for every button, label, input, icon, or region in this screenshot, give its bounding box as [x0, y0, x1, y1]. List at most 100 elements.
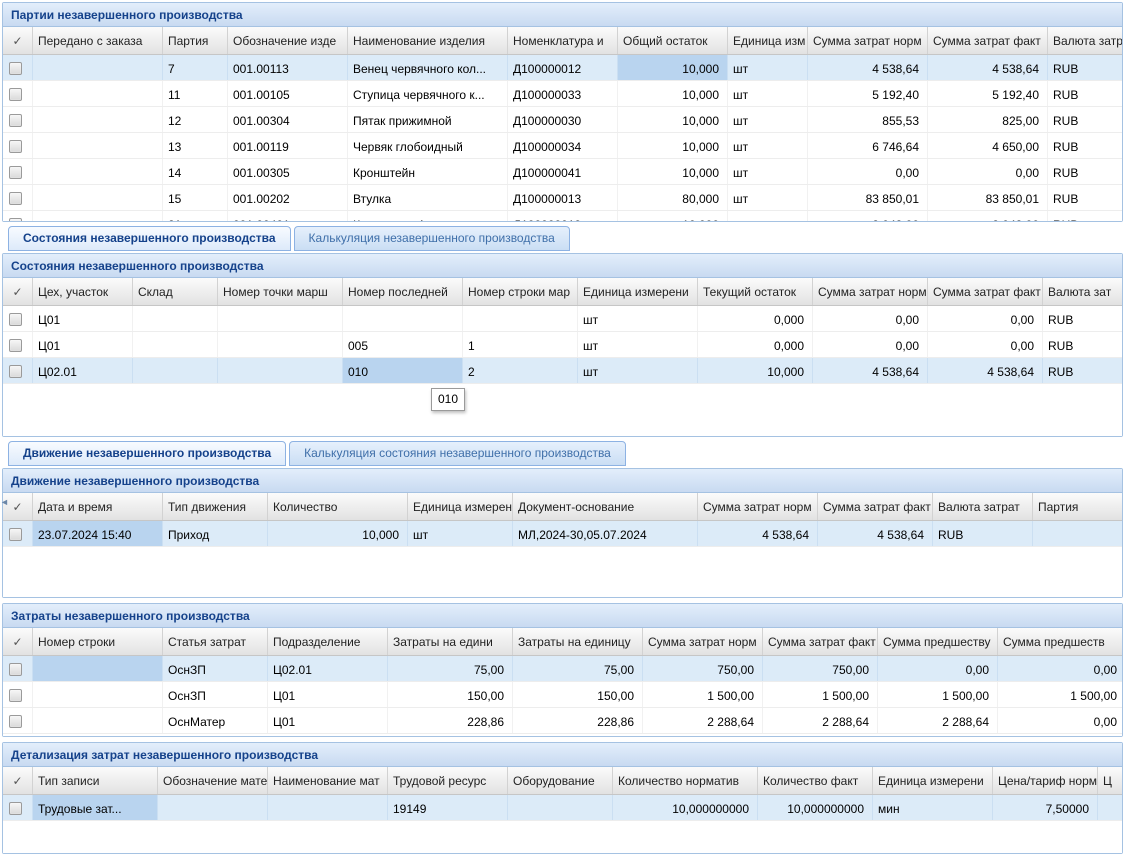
cell[interactable]: RUB — [1048, 55, 1122, 81]
cell[interactable]: 75,00 — [513, 656, 643, 682]
column-header[interactable]: Номер строки мар — [463, 278, 578, 306]
cell[interactable]: шт — [578, 332, 698, 358]
cell[interactable]: 825,00 — [928, 107, 1048, 133]
row-checkbox[interactable] — [9, 62, 22, 75]
cell[interactable]: 23.07.2024 15:40 — [33, 521, 163, 547]
column-header[interactable]: Ц — [1098, 767, 1122, 795]
checkbox-cell[interactable] — [3, 81, 33, 107]
cell[interactable]: 1 500,00 — [878, 682, 998, 708]
column-header[interactable]: Количество факт — [758, 767, 873, 795]
cell[interactable]: 228,86 — [388, 708, 513, 734]
column-header[interactable]: Общий остаток — [618, 27, 728, 55]
row-checkbox[interactable] — [9, 689, 22, 702]
cell[interactable] — [133, 332, 218, 358]
cell[interactable]: Ц01 — [268, 708, 388, 734]
cell[interactable]: 0,000 — [698, 332, 813, 358]
cell[interactable]: 2 288,64 — [878, 708, 998, 734]
cell[interactable]: RUB — [1048, 185, 1122, 211]
cell[interactable]: шт — [728, 55, 808, 81]
cell[interactable] — [133, 358, 218, 384]
cell[interactable]: 0,00 — [928, 159, 1048, 185]
select-all-checkmark-icon[interactable]: ✓ — [3, 767, 33, 795]
cell[interactable]: 10,000000000 — [758, 795, 873, 821]
row-checkbox[interactable] — [9, 166, 22, 179]
column-header[interactable]: Единица измерени — [408, 493, 513, 521]
column-header[interactable]: Документ-основание — [513, 493, 698, 521]
cell[interactable]: 2 288,64 — [643, 708, 763, 734]
table-row[interactable]: Ц01шт0,0000,000,00RUB — [3, 306, 1122, 332]
cell[interactable]: 855,53 — [808, 107, 928, 133]
cell[interactable] — [33, 55, 163, 81]
cell[interactable]: 0,00 — [998, 708, 1122, 734]
checkbox-cell[interactable] — [3, 306, 33, 332]
cell[interactable]: 4 538,64 — [808, 55, 928, 81]
checkbox-cell[interactable] — [3, 521, 33, 547]
column-header[interactable]: Тип движения — [163, 493, 268, 521]
cell[interactable] — [33, 656, 163, 682]
cell[interactable] — [133, 306, 218, 332]
cell[interactable]: 21 — [163, 211, 228, 221]
column-header[interactable]: Номенклатура и — [508, 27, 618, 55]
row-checkbox[interactable] — [9, 528, 22, 541]
cell[interactable]: Ц01 — [268, 682, 388, 708]
cell[interactable] — [33, 81, 163, 107]
table-row[interactable]: Трудовые зат...1914910,00000000010,00000… — [3, 795, 1122, 821]
cell[interactable] — [33, 107, 163, 133]
cell[interactable]: 10,000000000 — [613, 795, 758, 821]
select-all-checkmark-icon[interactable]: ✓ — [3, 278, 33, 306]
cell[interactable] — [218, 306, 343, 332]
column-header[interactable]: Текущий остаток — [698, 278, 813, 306]
column-header[interactable]: Номер строки — [33, 628, 163, 656]
cell[interactable] — [33, 708, 163, 734]
column-header[interactable]: Обозначение изде — [228, 27, 348, 55]
cell[interactable]: 0,000 — [698, 306, 813, 332]
checkbox-cell[interactable] — [3, 332, 33, 358]
cell[interactable]: Приход — [163, 521, 268, 547]
cell[interactable]: 150,00 — [388, 682, 513, 708]
collapse-splitter-icon[interactable]: ◄ — [0, 490, 9, 514]
cell[interactable]: 1 500,00 — [998, 682, 1122, 708]
cell[interactable]: 7 — [163, 55, 228, 81]
table-row[interactable]: ОснЗПЦ02.0175,0075,00750,00750,000,000,0… — [3, 656, 1122, 682]
checkbox-cell[interactable] — [3, 211, 33, 221]
cell[interactable]: 001.00202 — [228, 185, 348, 211]
cell[interactable]: шт — [578, 306, 698, 332]
row-checkbox[interactable] — [9, 715, 22, 728]
column-header[interactable]: Сумма предшеству — [878, 628, 998, 656]
select-all-checkmark-icon[interactable]: ✓ — [3, 27, 33, 55]
table-row[interactable]: ОснЗПЦ01150,00150,001 500,001 500,001 50… — [3, 682, 1122, 708]
cell[interactable]: 83 850,01 — [928, 185, 1048, 211]
cell[interactable]: Д100000030 — [508, 107, 618, 133]
table-row[interactable]: ОснМатерЦ01228,86228,862 288,642 288,642… — [3, 708, 1122, 734]
cell[interactable]: Венец червячного кол... — [348, 55, 508, 81]
cell[interactable]: RUB — [1043, 306, 1122, 332]
cell[interactable]: 001.00105 — [228, 81, 348, 107]
select-all-checkmark-icon[interactable]: ✓ — [3, 628, 33, 656]
tab-active[interactable]: Движение незавершенного производства — [8, 441, 286, 466]
cell[interactable] — [268, 795, 388, 821]
cell[interactable]: 1 500,00 — [643, 682, 763, 708]
cell[interactable] — [463, 306, 578, 332]
column-header[interactable]: Наименование изделия — [348, 27, 508, 55]
cell[interactable]: 001.00401 — [228, 211, 348, 221]
tab[interactable]: Калькуляция незавершенного производства — [294, 226, 570, 251]
cell[interactable]: RUB — [1048, 211, 1122, 221]
cell[interactable]: 001.00305 — [228, 159, 348, 185]
cell[interactable]: RUB — [1048, 107, 1122, 133]
cell[interactable]: 4 538,64 — [928, 358, 1043, 384]
cell[interactable]: 0,00 — [928, 332, 1043, 358]
row-checkbox[interactable] — [9, 140, 22, 153]
cell[interactable]: RUB — [1048, 81, 1122, 107]
column-header[interactable]: Склад — [133, 278, 218, 306]
column-header[interactable]: Валюта зат — [1043, 278, 1122, 306]
cell[interactable]: 001.00119 — [228, 133, 348, 159]
cell[interactable]: 4 538,64 — [813, 358, 928, 384]
cell[interactable]: Д100000033 — [508, 81, 618, 107]
cell[interactable] — [33, 133, 163, 159]
cell[interactable]: ОснЗП — [163, 656, 268, 682]
cell[interactable] — [33, 185, 163, 211]
cell[interactable]: 14 — [163, 159, 228, 185]
row-checkbox[interactable] — [9, 365, 22, 378]
cell[interactable]: шт — [728, 211, 808, 221]
checkbox-cell[interactable] — [3, 682, 33, 708]
